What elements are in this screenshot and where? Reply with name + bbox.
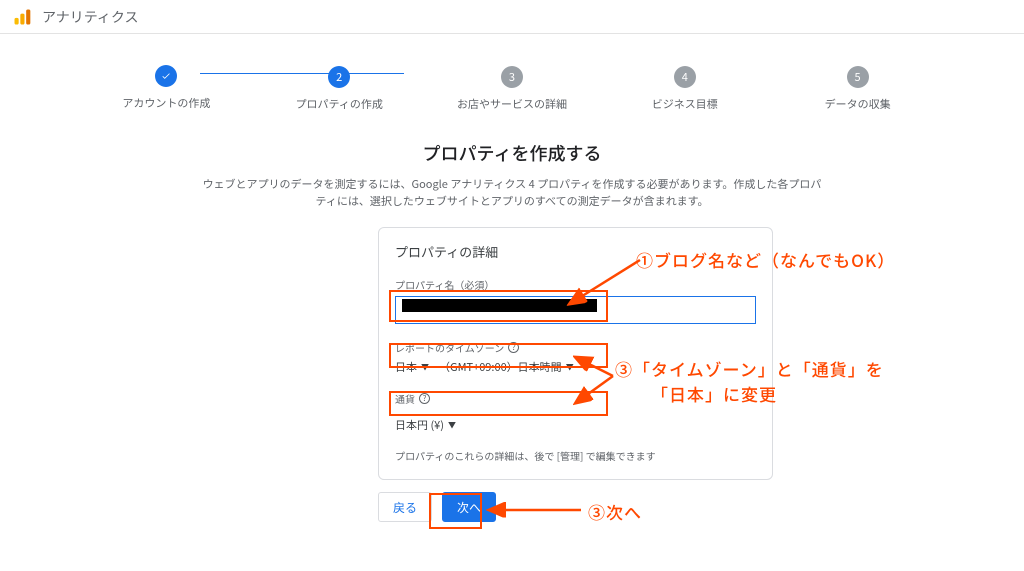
label-text: 通貨 — [395, 391, 415, 406]
step-label: プロパティの作成 — [253, 96, 426, 112]
step-label: アカウントの作成 — [80, 95, 253, 111]
annotation-arrow-3 — [573, 350, 633, 412]
step-label: ビジネス目標 — [598, 96, 771, 112]
help-icon[interactable]: ? — [419, 393, 430, 404]
annotation-text-3a: ③「タイムゾーン」と「通貨」を — [615, 356, 884, 381]
currency-dropdown[interactable]: 日本円 (¥) ▼ — [395, 417, 456, 433]
step-number: 3 — [501, 66, 523, 88]
step-label: データの収集 — [771, 96, 944, 112]
step-number: 4 — [674, 66, 696, 88]
annotation-text-1: ①ブログ名など（なんでもOK） — [636, 247, 895, 272]
stepper: アカウントの作成 2 プロパティの作成 3 お店やサービスの詳細 4 ビジネス目… — [0, 34, 1024, 112]
help-icon[interactable]: ? — [508, 342, 519, 353]
card-note: プロパティのこれらの詳細は、後で [管理] で編集できます — [395, 448, 756, 463]
step-number: 2 — [328, 66, 350, 88]
timezone-value-dropdown[interactable]: （GMT+09:00）日本時間 ▼ — [439, 359, 574, 375]
page-subtext: ウェブとアプリのデータを測定するには、Google アナリティクス 4 プロパテ… — [202, 176, 822, 209]
step-data[interactable]: 5 データの収集 — [771, 62, 944, 112]
step-details[interactable]: 3 お店やサービスの詳細 — [426, 62, 599, 112]
dropdown-value: 日本 — [395, 359, 417, 375]
step-goals[interactable]: 4 ビジネス目標 — [598, 62, 771, 112]
annotation-arrow-1 — [565, 255, 645, 310]
timezone-country-dropdown[interactable]: 日本 ▼ — [395, 359, 429, 375]
annotation-arrow-next — [485, 502, 585, 518]
dropdown-value: （GMT+09:00）日本時間 — [439, 359, 562, 375]
step-account[interactable]: アカウントの作成 — [80, 62, 253, 112]
chevron-down-icon: ▼ — [421, 362, 429, 373]
dropdown-value: 日本円 (¥) — [395, 417, 444, 433]
chevron-down-icon: ▼ — [448, 420, 456, 431]
annotation-text-next: ③次へ — [588, 499, 642, 524]
app-header: アナリティクス — [0, 0, 1024, 34]
analytics-logo-icon — [12, 7, 32, 27]
label-text: プロパティ名（必須） — [395, 277, 494, 292]
label-text: レポートのタイムゾーン — [395, 340, 504, 355]
header-title: アナリティクス — [42, 7, 138, 27]
page-title: プロパティを作成する — [0, 140, 1024, 166]
check-icon — [155, 65, 177, 87]
step-label: お店やサービスの詳細 — [426, 96, 599, 112]
back-button[interactable]: 戻る — [378, 492, 432, 522]
button-row: 戻る 次へ — [378, 492, 1024, 522]
annotation-text-3b: 「日本」に変更 — [651, 381, 777, 406]
step-property[interactable]: 2 プロパティの作成 — [253, 62, 426, 112]
step-number: 5 — [847, 66, 869, 88]
